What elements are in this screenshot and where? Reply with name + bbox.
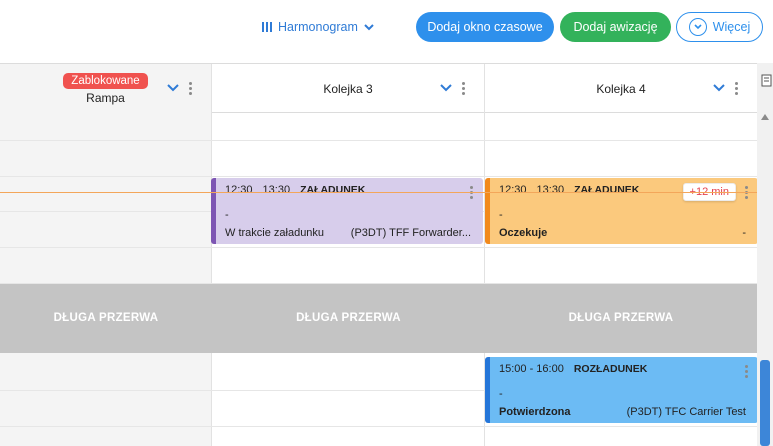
column-name: Kolejka 4 <box>596 81 646 96</box>
column-name: Kolejka 3 <box>323 81 373 96</box>
chevron-down-icon[interactable] <box>167 81 179 95</box>
event-carrier: (P3DT) TFC Carrier Test <box>626 406 746 418</box>
add-notice-button[interactable]: Dodaj awizację <box>560 12 671 42</box>
event-start-time: 12:30 <box>225 184 253 196</box>
grid-line <box>0 176 757 177</box>
more-options-icon[interactable] <box>189 81 192 95</box>
scrollbar-thumb[interactable] <box>760 360 770 446</box>
event-type: ROZŁADUNEK <box>573 363 648 375</box>
event-detail: - <box>499 209 503 221</box>
chevron-down-icon[interactable] <box>440 81 452 95</box>
more-button[interactable]: Więcej <box>676 12 763 42</box>
event-type: ZAŁADUNEK <box>300 184 366 196</box>
grid-line <box>0 426 757 427</box>
chevron-down-icon[interactable] <box>713 81 725 95</box>
event-time: 15:00 - 16:00 ROZŁADUNEK <box>499 363 647 375</box>
event-time: 12:30 13:30 ZAŁADUNEK <box>499 184 639 196</box>
event-card[interactable]: 12:30 13:30 ZAŁADUNEK +12 min - Oczekuje… <box>485 178 757 244</box>
more-options-icon[interactable] <box>735 81 738 95</box>
event-status: W trakcie załadunku <box>225 227 325 239</box>
view-switch-dropdown[interactable]: Harmonogram <box>262 18 374 36</box>
toolbar: Harmonogram Dodaj okno czasowe Dodaj awi… <box>0 0 773 63</box>
break-label: DŁUGA PRZERWA <box>568 312 674 324</box>
column-kolejka-3[interactable] <box>212 63 485 446</box>
column-controls <box>167 81 192 95</box>
grid-line <box>0 247 757 248</box>
current-time-line <box>0 192 757 193</box>
chevron-down-icon <box>688 18 707 36</box>
column-name: Rampa <box>86 90 125 105</box>
more-label: Więcej <box>712 20 751 34</box>
event-end-time: 13:30 <box>262 184 291 196</box>
event-type: ZAŁADUNEK <box>574 184 640 196</box>
long-break-band: DŁUGA PRZERWA DŁUGA PRZERWA DŁUGA PRZERW… <box>0 284 757 353</box>
event-detail: - <box>499 388 503 400</box>
event-time-range: 15:00 - 16:00 <box>499 363 564 375</box>
event-carrier: (P3DT) TFF Forwarder... <box>350 227 471 239</box>
grid-line <box>0 140 757 141</box>
chevron-down-icon <box>364 23 374 31</box>
event-card[interactable]: 12:30 13:30 ZAŁADUNEK - W trakcie załadu… <box>211 178 483 244</box>
column-header-row: Zablokowane Rampa Kolejka 3 Kolejka 4 <box>0 63 757 113</box>
event-card[interactable]: 15:00 - 16:00 ROZŁADUNEK - Potwierdzona … <box>485 357 757 423</box>
column-controls <box>440 81 465 95</box>
event-carrier: - <box>742 227 746 239</box>
event-end-time: 13:30 <box>536 184 565 196</box>
columns-icon <box>262 22 272 32</box>
break-label: DŁUGA PRZERWA <box>296 312 401 324</box>
view-switch-label: Harmonogram <box>278 20 358 34</box>
resize-handle-icon[interactable] <box>761 74 773 90</box>
more-options-icon[interactable] <box>745 365 748 378</box>
more-options-icon[interactable] <box>462 81 465 95</box>
scroll-up-arrow-icon[interactable] <box>761 114 769 120</box>
column-rampa[interactable] <box>0 63 212 446</box>
schedule-grid: Zablokowane Rampa Kolejka 3 Kolejka 4 12… <box>0 63 757 446</box>
blocked-badge: Zablokowane <box>63 72 148 89</box>
break-label: DŁUGA PRZERWA <box>53 312 159 324</box>
vertical-scrollbar[interactable] <box>757 63 773 446</box>
event-detail: - <box>225 209 229 221</box>
event-status: Oczekuje <box>499 227 548 239</box>
event-start-time: 12:30 <box>499 184 527 196</box>
column-controls <box>713 81 738 95</box>
add-time-window-button[interactable]: Dodaj okno czasowe <box>416 12 554 42</box>
event-status: Potwierdzona <box>499 406 571 418</box>
event-time: 12:30 13:30 ZAŁADUNEK <box>225 184 365 196</box>
